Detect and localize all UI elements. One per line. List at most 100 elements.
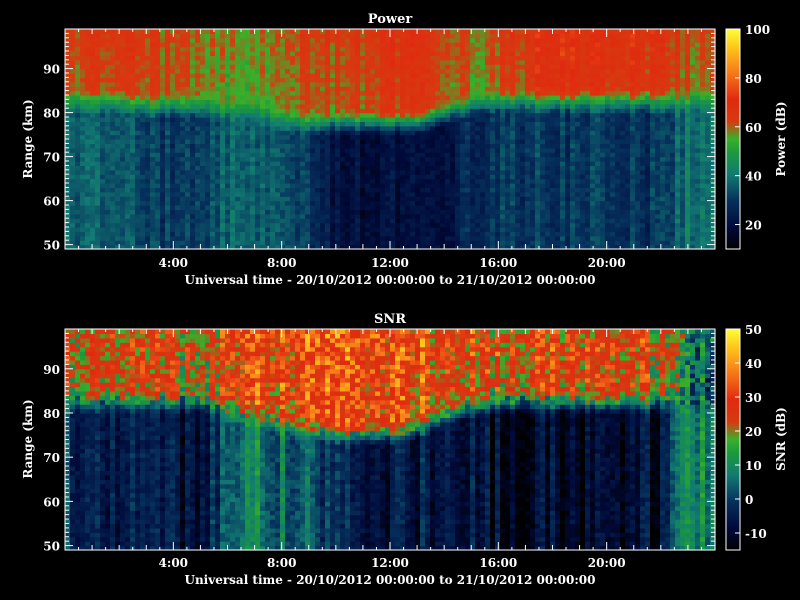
power-heatmap-cell xyxy=(355,165,361,171)
power-heatmap-cell xyxy=(375,227,381,232)
power-heatmap-cell xyxy=(195,143,201,149)
power-heatmap-cell xyxy=(395,165,401,171)
power-heatmap-cell xyxy=(90,139,96,144)
power-heatmap-cell xyxy=(380,117,386,122)
power-heatmap-cell xyxy=(390,222,396,228)
power-heatmap-cell xyxy=(400,174,406,180)
power-heatmap-cell xyxy=(85,51,91,56)
power-heatmap-cell xyxy=(380,46,386,52)
power-heatmap-cell xyxy=(480,130,486,136)
power-heatmap-cell xyxy=(385,169,391,175)
power-heatmap-cell xyxy=(490,174,496,180)
power-heatmap-cell xyxy=(340,183,346,188)
power-heatmap-cell xyxy=(470,125,476,131)
power-heatmap-cell xyxy=(395,183,401,188)
power-heatmap-cell xyxy=(545,51,551,56)
power-heatmap-cell xyxy=(425,147,431,153)
power-heatmap-cell xyxy=(385,191,391,197)
power-heatmap-cell xyxy=(205,165,211,171)
power-heatmap-cell xyxy=(155,213,161,219)
power-heatmap-cell xyxy=(440,73,446,78)
power-heatmap-cell xyxy=(260,37,266,43)
power-heatmap-cell xyxy=(550,187,556,193)
power-heatmap-cell xyxy=(500,174,506,180)
power-heatmap-cell xyxy=(270,178,276,184)
power-heatmap-cell xyxy=(215,33,221,39)
power-heatmap-cell xyxy=(395,231,401,237)
power-heatmap-cell xyxy=(345,222,351,228)
power-heatmap-cell xyxy=(455,90,461,96)
power-heatmap-cell xyxy=(465,51,471,56)
power-heatmap-cell xyxy=(280,73,286,78)
power-heatmap-cell xyxy=(135,165,141,171)
power-heatmap-cell xyxy=(85,143,91,149)
power-heatmap-cell xyxy=(550,86,556,92)
power-heatmap-cell xyxy=(520,205,526,210)
power-heatmap-cell xyxy=(335,191,341,197)
power-heatmap-cell xyxy=(170,37,176,43)
power-heatmap-cell xyxy=(195,178,201,184)
power-heatmap-cell xyxy=(370,139,376,144)
power-heatmap-cell xyxy=(320,37,326,43)
power-heatmap-cell xyxy=(390,33,396,39)
power-heatmap-cell xyxy=(395,196,401,202)
power-heatmap-cell xyxy=(435,108,441,114)
power-heatmap-cell xyxy=(270,33,276,39)
power-heatmap-cell xyxy=(275,81,281,87)
power-heatmap-cell xyxy=(535,112,541,118)
power-heatmap-cell xyxy=(110,51,116,56)
power-heatmap-cell xyxy=(440,46,446,52)
power-heatmap-cell xyxy=(360,231,366,237)
power-heatmap-cell xyxy=(300,55,306,61)
power-heatmap-cell xyxy=(130,169,136,175)
power-heatmap-cell xyxy=(505,200,511,206)
power-heatmap-cell xyxy=(305,152,311,158)
power-heatmap-cell xyxy=(290,90,296,96)
power-heatmap-cell xyxy=(235,196,241,202)
power-heatmap-cell xyxy=(255,240,261,246)
power-heatmap-cell xyxy=(495,222,501,228)
power-heatmap-cell xyxy=(320,33,326,39)
power-heatmap-cell xyxy=(90,59,96,65)
power-heatmap-cell xyxy=(525,59,531,65)
power-heatmap-cell xyxy=(505,42,511,48)
power-heatmap-cell xyxy=(115,64,121,70)
power-heatmap-cell xyxy=(250,134,256,140)
power-heatmap-cell xyxy=(160,73,166,78)
power-heatmap-cell xyxy=(180,112,186,118)
power-heatmap-cell xyxy=(405,81,411,87)
power-heatmap-cell xyxy=(190,29,196,34)
power-heatmap-cell xyxy=(315,191,321,197)
power-heatmap-cell xyxy=(445,227,451,232)
power-heatmap-cell xyxy=(265,108,271,114)
power-heatmap-cell xyxy=(455,42,461,48)
power-heatmap-cell xyxy=(515,77,521,83)
power-heatmap-cell xyxy=(100,125,106,131)
power-heatmap-cell xyxy=(220,143,226,149)
power-heatmap-cell xyxy=(505,178,511,184)
power-heatmap-cell xyxy=(280,29,286,34)
power-heatmap-cell xyxy=(160,227,166,232)
power-heatmap-cell xyxy=(80,90,86,96)
power-heatmap-cell xyxy=(475,227,481,232)
power-heatmap-cell xyxy=(435,81,441,87)
power-heatmap-cell xyxy=(80,73,86,78)
power-heatmap-cell xyxy=(485,183,491,188)
power-heatmap-cell xyxy=(320,46,326,52)
power-heatmap-cell xyxy=(190,178,196,184)
power-heatmap-cell xyxy=(480,64,486,70)
power-heatmap-cell xyxy=(325,121,331,127)
power-heatmap-cell xyxy=(85,165,91,171)
power-heatmap-cell xyxy=(380,51,386,56)
power-heatmap-cell xyxy=(430,196,436,202)
power-heatmap-cell xyxy=(540,59,546,65)
power-heatmap-cell xyxy=(300,134,306,140)
power-heatmap-cell xyxy=(195,187,201,193)
power-heatmap-cell xyxy=(90,152,96,158)
power-heatmap-cell xyxy=(365,33,371,39)
power-heatmap-cell xyxy=(440,130,446,136)
power-heatmap-cell xyxy=(420,169,426,175)
power-heatmap-cell xyxy=(445,33,451,39)
power-heatmap-cell xyxy=(250,178,256,184)
power-heatmap-cell xyxy=(390,134,396,140)
